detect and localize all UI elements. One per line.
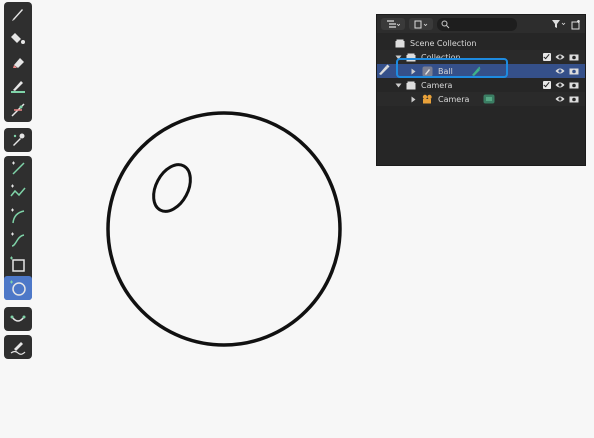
outliner-panel: Scene Collection Collection Ball Camera <box>376 14 586 166</box>
fill-bucket-icon <box>11 33 25 44</box>
search-icon <box>441 20 450 28</box>
circle-tool-icon <box>10 280 26 296</box>
arc-tool-icon <box>11 208 25 224</box>
curve-tool-icon <box>11 232 25 247</box>
arc-tool[interactable] <box>4 204 32 228</box>
eye-icon[interactable] <box>555 53 565 61</box>
line-tool[interactable] <box>4 156 32 180</box>
polyline-tool-icon <box>10 184 26 197</box>
erase-tool[interactable] <box>4 50 32 74</box>
render-camera-icon[interactable] <box>569 81 579 89</box>
curve-tool[interactable] <box>4 228 32 252</box>
outliner-row-label: Scene Collection <box>410 38 477 48</box>
box-tool-icon <box>10 256 25 272</box>
outliner-row-camera-object[interactable]: Camera <box>377 92 585 106</box>
layers-icon <box>414 20 428 28</box>
toolbar-group-shapes <box>4 156 32 300</box>
toolbar-group-draw <box>4 2 32 122</box>
draw-brush-icon <box>12 9 23 21</box>
toolbar-group-annotate <box>4 335 32 359</box>
render-camera-icon[interactable] <box>569 53 579 61</box>
interpolate-tool[interactable] <box>4 307 32 331</box>
outliner-header <box>377 15 585 33</box>
filter-icon <box>552 20 566 28</box>
view-layer-dropdown[interactable] <box>409 18 433 30</box>
scene-collection-icon <box>395 39 405 47</box>
render-camera-icon[interactable] <box>569 95 579 103</box>
eyedropper-icon <box>13 133 25 146</box>
toolbar-group-interpolate <box>4 307 32 331</box>
new-collection-button[interactable] <box>571 15 581 34</box>
tint-icon <box>11 81 25 93</box>
outliner-row-scene-collection[interactable]: Scene Collection <box>377 36 585 50</box>
collection-icon <box>406 81 416 89</box>
list-icon <box>387 19 400 28</box>
ball-row-highlight <box>396 58 508 78</box>
interpolate-icon <box>10 315 26 322</box>
eye-icon[interactable] <box>555 95 565 103</box>
eye-icon[interactable] <box>555 81 565 89</box>
toolbar-group-eyedropper <box>4 128 32 152</box>
exclude-checkbox[interactable] <box>543 53 551 61</box>
display-mode-dropdown[interactable] <box>381 18 405 30</box>
camera-data-icon[interactable] <box>483 94 495 104</box>
active-edit-pencil-icon <box>379 64 390 75</box>
eye-icon[interactable] <box>555 67 565 75</box>
ball-outline-stroke <box>106 111 342 347</box>
eyedropper-tool[interactable] <box>4 128 32 152</box>
draw-tool[interactable] <box>4 2 32 26</box>
expand-arrow-down-icon[interactable] <box>395 82 402 89</box>
circle-tool[interactable] <box>4 276 32 300</box>
cutter-tool[interactable] <box>4 98 32 122</box>
annotate-icon <box>10 342 26 355</box>
tint-tool[interactable] <box>4 74 32 98</box>
outliner-row-label: Camera <box>438 94 470 104</box>
expand-arrow-right-icon[interactable] <box>410 96 417 103</box>
eraser-icon <box>13 58 24 68</box>
outliner-row-label: Camera <box>421 80 453 90</box>
fill-tool[interactable] <box>4 26 32 50</box>
outliner-row-camera-collection[interactable]: Camera <box>377 78 585 92</box>
filter-dropdown[interactable] <box>551 19 567 29</box>
annotate-tool[interactable] <box>4 335 32 359</box>
camera-object-icon <box>422 94 432 104</box>
search-input[interactable] <box>437 17 517 31</box>
new-collection-icon <box>571 19 580 29</box>
exclude-checkbox[interactable] <box>543 81 551 89</box>
render-camera-icon[interactable] <box>569 67 579 75</box>
box-tool[interactable] <box>4 252 32 276</box>
polyline-tool[interactable] <box>4 180 32 204</box>
cutter-icon <box>11 103 25 117</box>
line-tool-icon <box>12 161 25 175</box>
ball-highlight-stroke <box>152 163 192 213</box>
